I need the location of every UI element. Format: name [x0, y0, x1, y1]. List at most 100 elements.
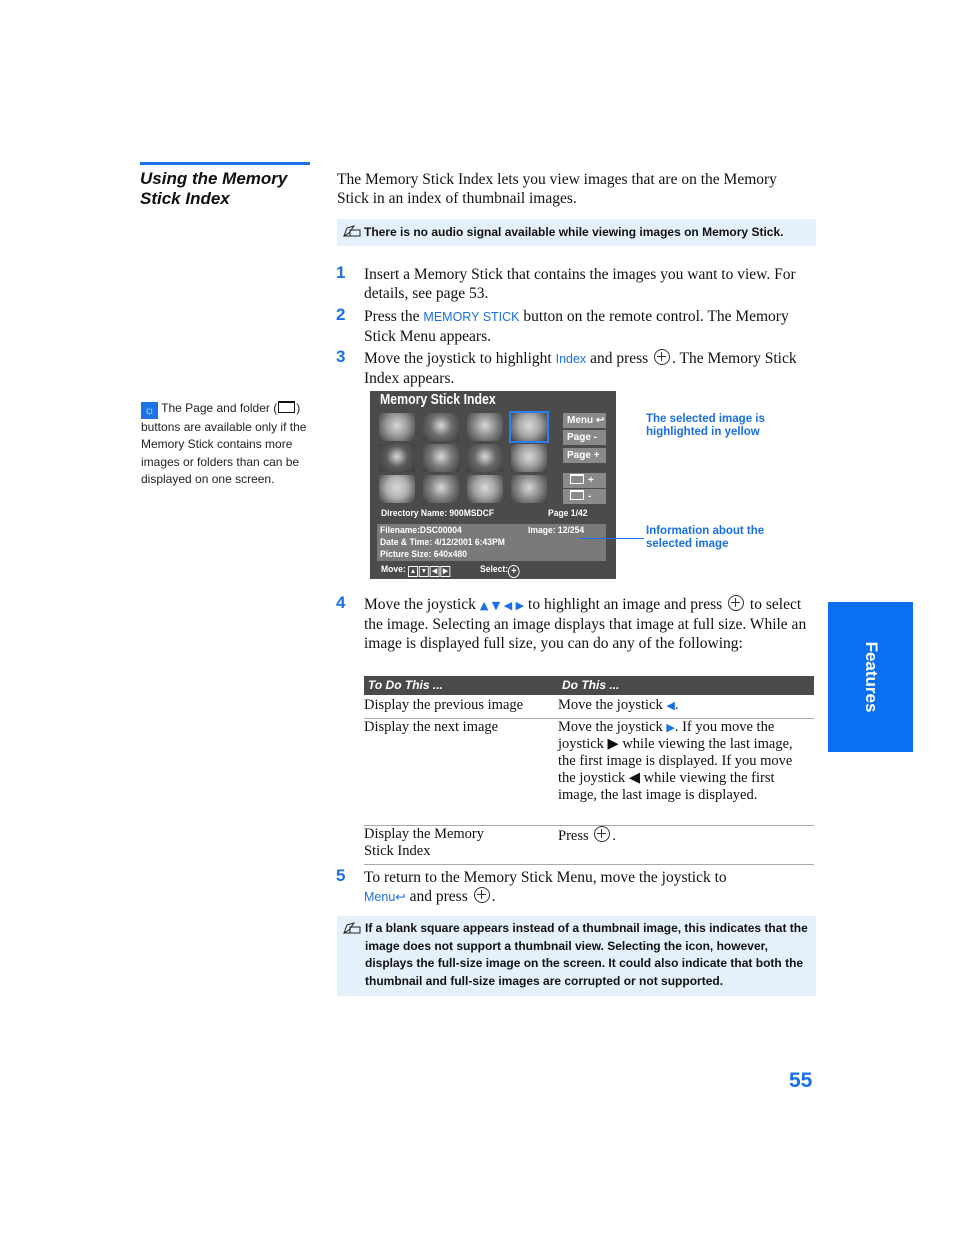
tip-text: The Page and folder (	[161, 401, 278, 415]
arrow-right-icon: ▶	[440, 566, 451, 577]
table-cell-todo: Display the next image	[364, 719, 499, 735]
step-number: 3	[336, 347, 346, 366]
step-text-part: .	[491, 888, 496, 905]
table-cell-do: Move the joystick ▶. If you move the joy…	[558, 719, 808, 804]
page-indicator: Page 1/42	[548, 508, 588, 519]
date-time: Date & Time: 4/12/2001 6:43PM	[380, 537, 505, 548]
note-text: There is no audio signal available while…	[364, 225, 784, 239]
cell-text: .	[674, 697, 679, 713]
directory-name: Directory Name: 900MSDCF	[381, 508, 495, 519]
pencil-note-icon	[343, 922, 361, 934]
section-tab-label: Features	[861, 641, 881, 713]
thumbnail[interactable]	[511, 475, 547, 503]
step-text: Move the joystick ▲ ▼ ◀ ▶ to highlight a…	[364, 595, 814, 653]
move-hint: Move: ▲ ▼ ◀ ▶	[381, 564, 451, 577]
step-text-part: Press the	[364, 308, 424, 325]
thumbnail[interactable]	[379, 413, 415, 441]
table-cell-do: Press .	[558, 826, 808, 845]
button-label: Page -	[567, 432, 598, 443]
screen-page-minus-button[interactable]: Page -	[563, 430, 606, 445]
screen-folder-minus-button[interactable]: -	[563, 489, 606, 504]
callout-selected-image: The selected image is highlighted in yel…	[646, 413, 765, 438]
table-cell-todo: Display the previous image	[364, 697, 524, 713]
callout-image-info: Information about the selected image	[646, 525, 765, 550]
thumbnail[interactable]	[379, 444, 415, 472]
step-number: 5	[336, 866, 346, 885]
image-info-box: Filename:DSC00004 Image: 12/254 Date & T…	[377, 524, 606, 561]
button-label: Menu ↩	[567, 415, 605, 426]
callout-leader-line	[580, 538, 644, 539]
step-text: Move the joystick to highlight Index and…	[364, 349, 814, 388]
cell-text: .	[612, 828, 616, 844]
step-text: Press the MEMORY STICK button on the rem…	[364, 307, 814, 346]
picture-size: Picture Size: 640x480	[380, 549, 467, 560]
button-label: +	[588, 475, 594, 486]
thumbnail[interactable]	[511, 444, 547, 472]
row-divider	[364, 864, 814, 865]
thumbnail[interactable]	[379, 475, 415, 503]
step-text: Insert a Memory Stick that contains the …	[364, 266, 796, 302]
screen-page-plus-button[interactable]: Page +	[563, 448, 606, 463]
folder-icon	[570, 474, 584, 484]
image-count: Image: 12/254	[528, 525, 585, 536]
step-text-part: Move the joystick to highlight	[364, 350, 556, 367]
page-number: 55	[789, 1069, 813, 1092]
cell-text: Press	[558, 828, 593, 844]
screen-folder-plus-button[interactable]: +	[563, 473, 606, 488]
screen-title: Memory Stick Index	[380, 392, 496, 408]
select-label: Select:	[480, 564, 509, 575]
step-text-part: Move the joystick	[364, 596, 480, 613]
intro-paragraph: The Memory Stick Index lets you view ima…	[337, 171, 777, 207]
note-text: If a blank square appears instead of a t…	[365, 921, 808, 988]
step-text-part: and press	[405, 888, 472, 905]
button-label: -	[588, 491, 592, 502]
arrow-up-icon: ▲	[408, 566, 418, 577]
joystick-press-icon	[594, 826, 611, 842]
step-number: 4	[336, 593, 346, 612]
table-header: To Do This ... Do This ...	[364, 676, 814, 695]
table-cell-do: Move the joystick ◀.	[558, 697, 808, 714]
thumbnail[interactable]	[467, 475, 503, 503]
arrow-left-icon: ◀	[666, 699, 675, 712]
select-hint: Select: +	[480, 564, 520, 578]
thumbnail[interactable]	[423, 444, 459, 472]
joystick-press-icon	[654, 349, 671, 365]
select-plus-icon: +	[508, 565, 520, 578]
step-text: To return to the Memory Stick Menu, move…	[364, 868, 814, 907]
arrow-down-icon: ▼	[418, 566, 429, 577]
table-cell-todo: Display the Memory Stick Index	[364, 826, 485, 859]
index-label: Index	[555, 352, 587, 366]
joystick-press-icon	[473, 887, 490, 903]
step-text-part: and press	[586, 350, 653, 367]
filename: Filename:DSC00004	[380, 525, 462, 536]
folder-icon	[278, 401, 296, 413]
thumbnail[interactable]	[467, 413, 503, 441]
section-tab-features[interactable]: Features	[828, 602, 913, 752]
note-box-audio: There is no audio signal available while…	[337, 219, 816, 246]
joystick-press-icon	[728, 595, 745, 611]
folder-icon	[570, 490, 584, 500]
arrow-left-icon: ◀	[429, 566, 440, 577]
thumbnail[interactable]	[423, 475, 459, 503]
thumbnail[interactable]	[467, 444, 503, 472]
section-title: Using the Memory Stick Index	[140, 169, 320, 209]
menu-label: Menu↩	[364, 890, 406, 904]
joystick-arrows-icon: ▲ ▼ ◀ ▶	[479, 599, 525, 612]
thumbnail-selected[interactable]	[509, 411, 549, 443]
thumbnail[interactable]	[423, 413, 459, 441]
lightbulb-tip-icon: ☼	[141, 402, 158, 419]
move-label: Move:	[381, 564, 406, 575]
section-title-line2: Stick Index	[140, 189, 230, 208]
memory-stick-index-screen: Memory Stick Index Menu ↩ Page - Page + …	[370, 391, 616, 579]
step-text-part: To return to the Memory Stick Menu, move…	[364, 869, 727, 886]
section-rule	[140, 162, 310, 165]
step-text-part: to highlight an image and press	[524, 596, 727, 613]
cell-text: Move the joystick	[558, 719, 667, 735]
section-title-line1: Using the Memory	[140, 169, 288, 188]
step-number: 1	[336, 263, 346, 282]
column-header: To Do This ...	[368, 678, 443, 692]
cell-text: Move the joystick	[558, 697, 667, 713]
screen-menu-button[interactable]: Menu ↩	[563, 413, 606, 428]
step-number: 2	[336, 305, 346, 324]
tip-box: ☼ The Page and folder () buttons are ava…	[141, 400, 316, 488]
